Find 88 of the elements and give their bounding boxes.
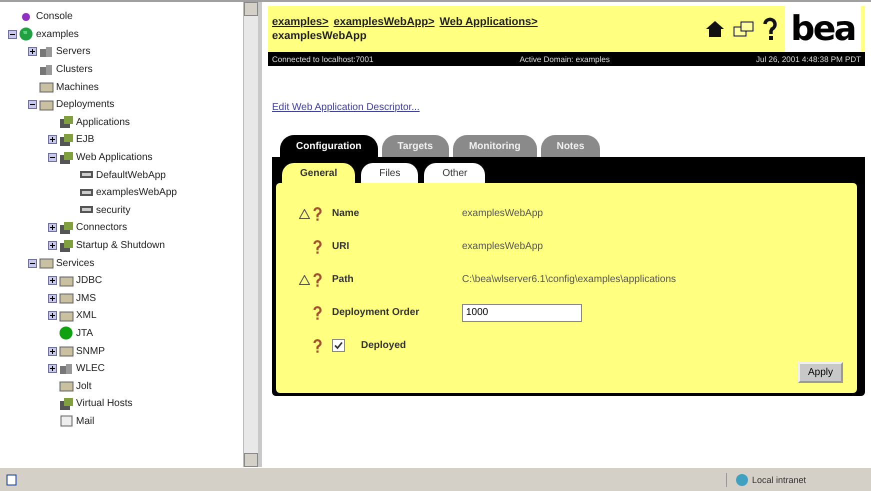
zone-text: Local intranet bbox=[752, 474, 806, 485]
app-icon bbox=[59, 238, 74, 253]
field-value: examplesWebApp bbox=[462, 208, 544, 219]
logo: bea bbox=[784, 6, 861, 52]
app-icon bbox=[59, 115, 74, 130]
server-icon bbox=[39, 44, 54, 59]
tree-item[interactable]: examples bbox=[36, 28, 79, 40]
expand-icon[interactable] bbox=[48, 241, 57, 250]
subtab[interactable]: Other bbox=[424, 163, 486, 183]
windows-icon[interactable] bbox=[732, 21, 755, 37]
field-label: Deployment Order bbox=[332, 307, 420, 318]
tree-item[interactable]: Machines bbox=[56, 82, 99, 93]
field-value: examplesWebApp bbox=[462, 241, 544, 252]
tab[interactable]: Configuration bbox=[280, 135, 378, 157]
globe-icon bbox=[735, 472, 749, 487]
expand-icon[interactable] bbox=[28, 47, 37, 56]
expand-icon[interactable] bbox=[48, 294, 57, 303]
field-label: URI bbox=[332, 241, 350, 252]
tree-item[interactable]: examplesWebApp bbox=[96, 187, 177, 198]
expand-icon[interactable] bbox=[48, 135, 57, 144]
field-value: C:\bea\wlserver6.1\config\examples\applications bbox=[462, 274, 677, 285]
folder-icon bbox=[59, 274, 74, 288]
help-icon[interactable] bbox=[762, 17, 777, 41]
tree-item[interactable]: WLEC bbox=[76, 363, 105, 374]
tree-item[interactable]: Jolt bbox=[76, 380, 92, 392]
breadcrumb-link[interactable]: examplesWebApp> bbox=[334, 16, 435, 28]
expand-icon[interactable] bbox=[48, 223, 57, 232]
tree-item[interactable]: Startup & Shutdown bbox=[76, 240, 165, 252]
collapse-icon[interactable] bbox=[28, 100, 37, 110]
tree-item[interactable]: Applications bbox=[76, 116, 130, 128]
collapse-icon[interactable] bbox=[48, 153, 57, 162]
folder-icon bbox=[59, 344, 74, 358]
globe-icon bbox=[19, 27, 34, 42]
tree-item[interactable]: Virtual Hosts bbox=[76, 398, 133, 410]
expand-icon[interactable] bbox=[48, 276, 57, 286]
folder-icon bbox=[59, 291, 74, 306]
tree-item[interactable]: EJB bbox=[76, 134, 94, 146]
tree-item[interactable]: Mail bbox=[76, 416, 94, 427]
tree-item[interactable]: DefaultWebApp bbox=[96, 170, 166, 181]
tree-item[interactable]: SNMP bbox=[76, 346, 105, 357]
breadcrumb-link[interactable]: Web Applications> bbox=[440, 16, 538, 28]
edit-descriptor-link[interactable]: Edit Web Application Descriptor... bbox=[272, 102, 420, 113]
tree-item[interactable]: Services bbox=[56, 258, 94, 269]
info-text: Active Domain: examples bbox=[520, 54, 610, 64]
folder-icon bbox=[59, 308, 74, 323]
tree-item[interactable]: Web Applications bbox=[76, 152, 153, 164]
home-icon[interactable] bbox=[704, 19, 725, 39]
field-label: Name bbox=[332, 208, 360, 219]
breadcrumb-link[interactable]: examples> bbox=[272, 16, 329, 28]
tree-item[interactable]: Console bbox=[36, 11, 73, 22]
tree-item[interactable]: Servers bbox=[56, 46, 90, 58]
folder-icon bbox=[39, 80, 54, 94]
subtab[interactable]: Files bbox=[361, 163, 418, 183]
page-icon bbox=[6, 474, 18, 486]
field-label: Path bbox=[332, 274, 355, 285]
input-field[interactable]: 1000 bbox=[462, 304, 582, 322]
checkbox[interactable] bbox=[332, 339, 345, 352]
collapse-icon[interactable] bbox=[28, 258, 37, 268]
page-title: examplesWebApp bbox=[272, 30, 368, 42]
info-text: Jul 26, 2001 4:48:38 PM PDT bbox=[756, 54, 861, 64]
tree-item[interactable]: Deployments bbox=[56, 99, 114, 110]
field-label: Deployed bbox=[361, 340, 406, 351]
info-text: Connected to localhost:7001 bbox=[272, 54, 374, 64]
expand-icon[interactable] bbox=[48, 346, 57, 356]
expand-icon[interactable] bbox=[48, 364, 57, 374]
folder-icon bbox=[39, 256, 54, 270]
mail-icon bbox=[59, 414, 74, 428]
ball-icon bbox=[59, 326, 74, 340]
tree-item[interactable]: JMS bbox=[76, 292, 96, 304]
expand-icon[interactable] bbox=[48, 311, 57, 320]
subtab[interactable]: General bbox=[282, 163, 356, 183]
tree-item[interactable]: JDBC bbox=[76, 275, 102, 286]
app-icon bbox=[59, 396, 74, 411]
tree-item[interactable]: security bbox=[96, 204, 130, 216]
tree-item[interactable]: Clusters bbox=[56, 64, 93, 76]
app-icon bbox=[59, 150, 74, 165]
tree-item[interactable]: Connectors bbox=[76, 222, 128, 234]
server-icon bbox=[59, 362, 74, 376]
tree-item[interactable]: XML bbox=[76, 310, 97, 322]
app-icon bbox=[59, 220, 74, 235]
apply-button[interactable]: Apply bbox=[798, 362, 843, 383]
folder-icon bbox=[39, 98, 54, 112]
scrollbar[interactable] bbox=[243, 2, 258, 468]
tree-item[interactable]: JTA bbox=[76, 328, 94, 339]
collapse-icon[interactable] bbox=[8, 30, 17, 39]
server-icon bbox=[39, 62, 54, 77]
folder-icon bbox=[59, 379, 74, 394]
app-icon bbox=[59, 132, 74, 147]
